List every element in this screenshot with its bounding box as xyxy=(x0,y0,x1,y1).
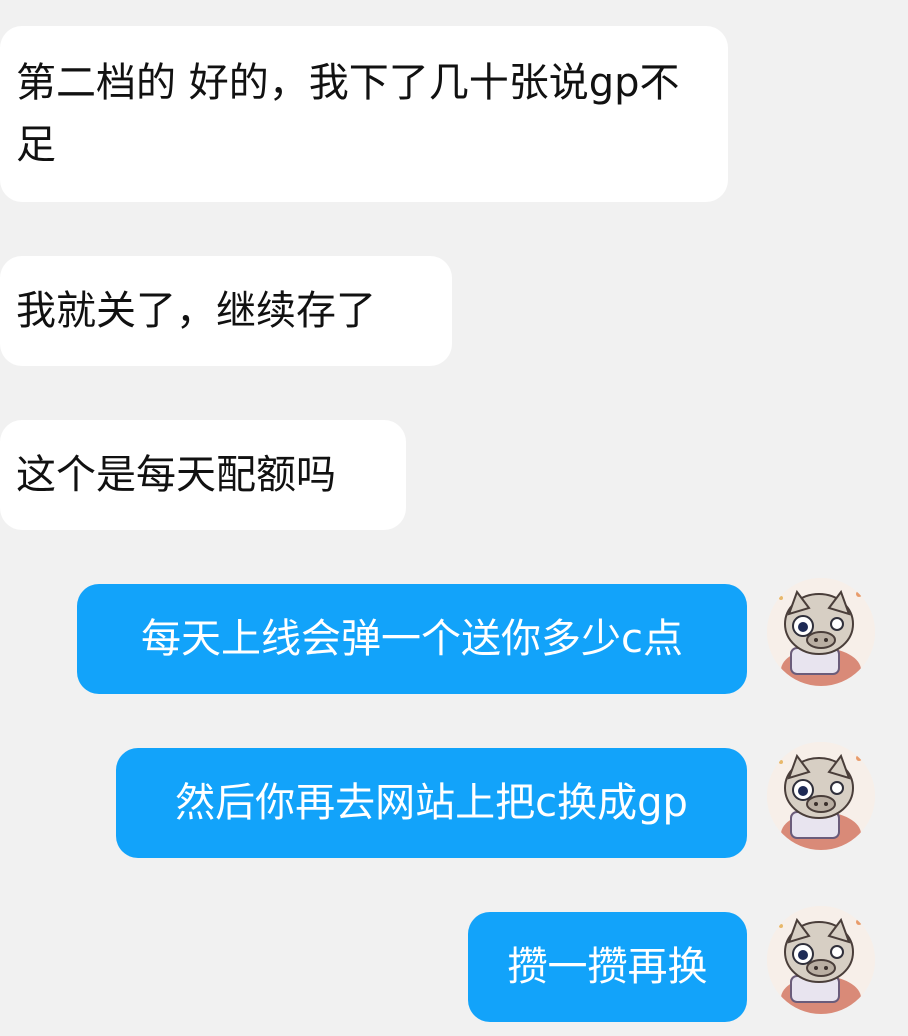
message-bubble-outgoing[interactable]: 攒一攒再换 xyxy=(468,912,747,1022)
boar-mask-avatar-icon xyxy=(767,906,875,1014)
message-text: 这个是每天配额吗 xyxy=(16,452,336,498)
message-text: 每天上线会弹一个送你多少c点 xyxy=(141,616,683,662)
boar-mask-avatar-icon xyxy=(767,742,875,850)
message-bubble-incoming[interactable]: 第二档的 好的，我下了几十张说gp不足 xyxy=(0,26,728,202)
message-text: 我就关了，继续存了 xyxy=(16,288,376,334)
message-bubble-incoming[interactable]: 我就关了，继续存了 xyxy=(0,256,452,366)
user-avatar[interactable] xyxy=(767,906,875,1014)
message-bubble-outgoing[interactable]: 每天上线会弹一个送你多少c点 xyxy=(77,584,747,694)
message-text: 攒一攒再换 xyxy=(507,944,708,990)
message-bubble-outgoing[interactable]: 然后你再去网站上把c换成gp xyxy=(116,748,747,858)
message-text: 第二档的 好的，我下了几十张说gp不足 xyxy=(16,60,680,168)
boar-mask-avatar-icon xyxy=(767,578,875,686)
message-text: 然后你再去网站上把c换成gp xyxy=(175,780,688,826)
user-avatar[interactable] xyxy=(767,742,875,850)
user-avatar[interactable] xyxy=(767,578,875,686)
message-bubble-incoming[interactable]: 这个是每天配额吗 xyxy=(0,420,406,530)
